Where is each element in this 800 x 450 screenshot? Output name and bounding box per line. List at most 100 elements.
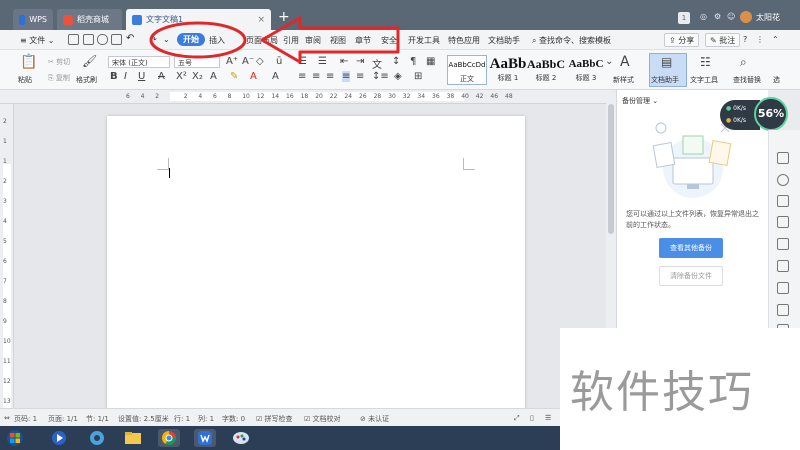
- export-icon[interactable]: [777, 260, 789, 272]
- start-button[interactable]: [4, 429, 26, 447]
- new-style-button[interactable]: 新样式: [613, 75, 634, 85]
- justify-icon[interactable]: ≡: [342, 71, 351, 82]
- highlight-icon[interactable]: ✎: [230, 71, 238, 82]
- feedback-icon[interactable]: ☺: [727, 9, 735, 23]
- new-style-icon[interactable]: A: [620, 54, 630, 70]
- line-spacing-icon[interactable]: ↕≡: [372, 71, 389, 82]
- print-icon[interactable]: [97, 34, 108, 45]
- file-menu[interactable]: ≡ 文件 ⌄: [20, 35, 55, 46]
- avatar[interactable]: [740, 11, 752, 23]
- bold-icon[interactable]: B: [110, 71, 118, 82]
- status-section[interactable]: 节: 1/1: [86, 414, 109, 424]
- memory-usage-badge[interactable]: 56%: [754, 97, 788, 131]
- grow-font-icon[interactable]: A⁺: [226, 56, 238, 67]
- tab-close-icon[interactable]: ×: [257, 15, 265, 25]
- tab-docer-store[interactable]: 稻壳商城: [57, 9, 122, 30]
- tab-doc-assistant[interactable]: 文档助手: [488, 35, 520, 46]
- status-col[interactable]: 列: 1: [198, 414, 214, 424]
- chinese-layout-icon[interactable]: 文: [372, 56, 382, 71]
- share-link-icon[interactable]: [777, 282, 789, 294]
- status-page-number[interactable]: 页码: 1: [14, 414, 37, 424]
- paint-icon[interactable]: [230, 429, 252, 447]
- user-name[interactable]: 太阳花: [756, 12, 780, 23]
- share-button[interactable]: ⇪ 分享: [664, 33, 700, 47]
- browser-icon[interactable]: [86, 429, 108, 447]
- read-mode-icon[interactable]: ▯: [530, 414, 534, 422]
- notification-badge[interactable]: 1: [678, 12, 690, 24]
- status-pages[interactable]: 页面: 1/1: [48, 414, 78, 424]
- more-icon[interactable]: ⌄: [163, 35, 170, 44]
- sort-icon[interactable]: ↕: [392, 56, 400, 67]
- select-button[interactable]: 选: [773, 75, 780, 85]
- tab-features[interactable]: 特色应用: [448, 35, 480, 46]
- horizontal-ruler[interactable]: 6 4 2 2 4 6 8 10 12 14 16 18 20 22 24 26 28 30 32 34 36 38 40 4…: [0, 90, 612, 104]
- certification-status[interactable]: ⊘ 未认证: [360, 414, 389, 424]
- undo-icon[interactable]: ↶: [126, 33, 134, 44]
- command-search[interactable]: ⌕ 查找命令、搜索模板: [532, 35, 611, 46]
- cut-button[interactable]: ✂ 剪切: [48, 57, 70, 67]
- text-tools-icon[interactable]: ☷: [700, 55, 711, 69]
- translate-icon[interactable]: [777, 216, 789, 228]
- tab-wps-home[interactable]: WPS: [13, 9, 53, 30]
- shrink-font-icon[interactable]: A⁻: [242, 56, 254, 67]
- tab-document[interactable]: 文字文稿1 ×: [126, 9, 271, 30]
- status-setting[interactable]: 设置值: 2.5厘米: [118, 414, 169, 424]
- adjust-icon[interactable]: [777, 238, 789, 250]
- chevron-down-icon[interactable]: ⌄: [650, 97, 658, 105]
- tab-insert[interactable]: 插入: [209, 35, 225, 46]
- tab-page-layout[interactable]: 页面布局: [246, 35, 278, 46]
- align-left-icon[interactable]: ≡: [298, 71, 306, 82]
- tab-view[interactable]: 视图: [330, 35, 346, 46]
- help-icon[interactable]: ?: [743, 35, 747, 44]
- find-replace-button[interactable]: 查找替换: [733, 75, 761, 85]
- underline-icon[interactable]: U: [138, 71, 145, 82]
- doc-proofread-button[interactable]: ☑ 文档校对: [304, 414, 341, 424]
- edit-icon[interactable]: [777, 304, 789, 316]
- ink-icon[interactable]: [777, 174, 789, 186]
- comment-button[interactable]: ✎ 批注: [705, 33, 741, 47]
- clear-backup-button[interactable]: 清除备份文件: [659, 266, 723, 286]
- export-pdf-icon[interactable]: [83, 34, 94, 45]
- cursor-icon[interactable]: [777, 132, 789, 144]
- save-icon[interactable]: [68, 34, 79, 45]
- view-other-backups-button[interactable]: 查看其他备份: [659, 238, 723, 258]
- media-player-icon[interactable]: [48, 429, 70, 447]
- document-canvas[interactable]: [14, 104, 606, 408]
- subscript-icon[interactable]: X₂: [192, 71, 203, 82]
- italic-icon[interactable]: I: [124, 71, 127, 82]
- status-bar-icon[interactable]: ⇔: [4, 414, 10, 422]
- strikethrough-icon[interactable]: A: [158, 71, 165, 82]
- style-heading-3[interactable]: AaBbC 标题 3: [566, 55, 606, 85]
- border-icon[interactable]: ▦: [426, 56, 435, 67]
- tab-developer[interactable]: 开发工具: [408, 35, 440, 46]
- status-word-count[interactable]: 字数: 0: [222, 414, 245, 424]
- scrollbar-thumb[interactable]: [608, 104, 614, 234]
- tab-security[interactable]: 安全: [381, 35, 397, 46]
- spell-check-toggle[interactable]: ☑ 拼写检查: [256, 414, 293, 424]
- tab-references[interactable]: 引用: [283, 35, 299, 46]
- paste-icon[interactable]: 📋: [20, 54, 37, 70]
- style-heading-2[interactable]: AaBbC 标题 2: [526, 55, 566, 85]
- file-explorer-icon[interactable]: [122, 429, 144, 447]
- full-screen-icon[interactable]: ⤢: [514, 414, 520, 423]
- redo-icon[interactable]: ↷: [150, 35, 157, 44]
- char-shading-icon[interactable]: A: [272, 71, 279, 82]
- bullet-list-icon[interactable]: ☰: [298, 56, 307, 67]
- text-effect-icon[interactable]: A: [210, 71, 217, 82]
- text-tools-button[interactable]: 文字工具: [690, 75, 718, 85]
- skin-icon[interactable]: ◎: [700, 9, 707, 23]
- style-gallery-scroll-icon[interactable]: ⌄: [605, 56, 613, 67]
- paste-button[interactable]: 粘贴: [18, 75, 32, 85]
- style-heading-1[interactable]: AaBb 标题 1: [488, 55, 528, 85]
- more-options-icon[interactable]: ⋮: [756, 35, 764, 44]
- show-marks-icon[interactable]: ¶: [410, 56, 416, 67]
- align-center-icon[interactable]: ≡: [312, 71, 320, 82]
- format-painter-button[interactable]: 格式刷: [76, 75, 97, 85]
- phonetic-icon[interactable]: ū: [276, 56, 282, 67]
- decrease-indent-icon[interactable]: ⇤: [340, 56, 348, 67]
- distribute-icon[interactable]: ≡: [356, 71, 364, 82]
- align-right-icon[interactable]: ≡: [326, 71, 334, 82]
- superscript-icon[interactable]: X²: [176, 71, 187, 82]
- print-preview-icon[interactable]: [111, 34, 122, 45]
- page-view-icon[interactable]: ☰: [545, 414, 551, 422]
